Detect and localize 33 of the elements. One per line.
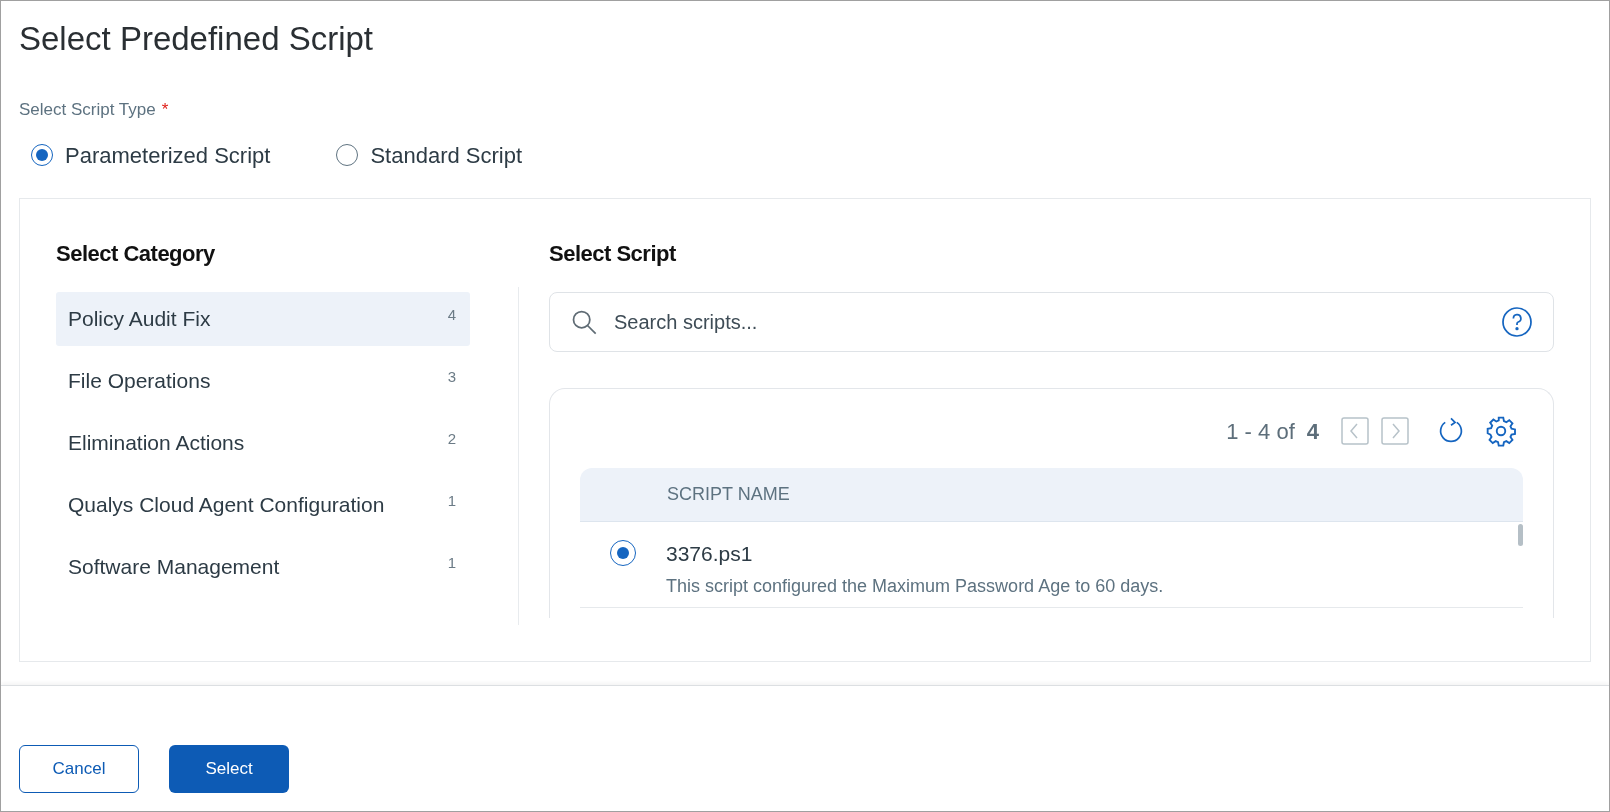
category-count: 3 [447, 367, 456, 388]
field-label: Select Script Type [19, 99, 156, 121]
search-input[interactable]: Search scripts... [614, 306, 1485, 337]
category-count: 1 [447, 553, 456, 574]
radio-label[interactable]: Standard Script [370, 138, 523, 172]
dialog-title: Select Predefined Script [19, 19, 375, 59]
category-label: Policy Audit Fix [68, 305, 211, 332]
category-label: Qualys Cloud Agent Configuration [68, 491, 385, 518]
settings-icon[interactable] [1485, 415, 1517, 447]
section-heading: Select Script [549, 239, 677, 268]
radio-button[interactable] [31, 144, 53, 166]
radio-label[interactable]: Parameterized Script [65, 138, 271, 172]
category-count: 4 [447, 305, 456, 326]
scrollbar-thumb [1518, 523, 1523, 546]
select-button[interactable]: Select [169, 745, 289, 793]
category-label: File Operations [68, 367, 211, 394]
section-heading: Select Category [56, 239, 216, 268]
category-label: Software Management [68, 553, 280, 580]
script-description: This script configured the Maximum Password Age to 60 days. [666, 575, 1164, 598]
category-count: 1 [447, 491, 456, 512]
required-mark: * [161, 99, 169, 121]
cancel-button[interactable]: Cancel [19, 745, 139, 793]
script-name: 3376.ps1 [666, 540, 754, 567]
category-label: Elimination Actions [68, 429, 245, 456]
search-field[interactable]: Search scripts... [549, 291, 1554, 352]
category-item[interactable]: Policy Audit Fix 4 [56, 291, 470, 346]
pagination-total: 4 [1306, 417, 1319, 446]
pagination-range: 1 - 4 of [1226, 417, 1295, 446]
column-header: SCRIPT NAME [667, 482, 790, 506]
radio-button[interactable] [610, 539, 636, 566]
help-icon[interactable] [1501, 305, 1533, 338]
radio-button[interactable] [336, 144, 359, 166]
category-count: 2 [447, 429, 456, 450]
